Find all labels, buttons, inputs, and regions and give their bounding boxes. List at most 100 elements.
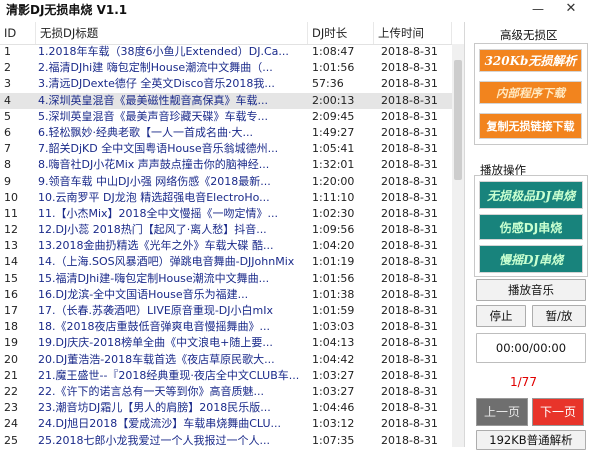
table-row[interactable]: 6 6.轻松飘妙·经典老歌【一人一首成名曲·大... 1:49:27 2018-8-3… <box>0 125 452 141</box>
table-row[interactable]: 14 14.（上海.SOS风暴酒吧）弹跳电音舞曲-DJJohnMix 1:01:19… <box>0 254 452 270</box>
row-duration: 2:09:45 <box>312 109 355 123</box>
scrollbar-thumb[interactable] <box>454 60 462 180</box>
row-title: 1.2018年车载（38度6小鱼儿Extended）DJ.Ca... <box>38 45 289 58</box>
dj-list[interactable]: ID 无损DJ标题 DJ时长 上传时间 1 1.2018年车载（38度6小鱼儿Ex… <box>0 22 465 447</box>
row-title: 9.领音车载 中山DJ小强 网络伤感《2018最新... <box>38 174 271 188</box>
table-row[interactable]: 1 1.2018年车载（38度6小鱼儿Extended）DJ.Ca... 1:08:… <box>0 44 452 60</box>
stop-button[interactable]: 停止 <box>476 305 526 327</box>
row-duration: 1:09:56 <box>312 223 355 237</box>
column-header-upload-date[interactable]: 上传时间 <box>374 22 452 44</box>
prev-page-button[interactable]: 上一页 <box>476 398 528 426</box>
row-id: 23 <box>4 401 18 415</box>
list-rows: 1 1.2018年车载（38度6小鱼儿Extended）DJ.Ca... 1:08:… <box>0 44 452 447</box>
row-upload-date: 2018-8-31 <box>381 352 438 366</box>
table-row[interactable]: 20 20.DJ董浩浩-2018车载首选《夜店草原民歌大... 1:04:42 201… <box>0 352 452 368</box>
row-id: 21 <box>4 368 18 382</box>
row-duration: 1:05:41 <box>312 142 355 156</box>
table-row[interactable]: 13 13.2018金曲扔精选《光年之外》车载大碟 酷... 1:04:20 2018… <box>0 238 452 254</box>
row-title: 23.潮音坊DJ霜儿【男人的肩膀】2018民乐版... <box>38 401 271 415</box>
slow-dj-series-button[interactable]: 慢摇DJ串烧 <box>479 245 583 273</box>
row-id: 12 <box>4 223 18 237</box>
parse-192kb-button[interactable]: 192KB普通解析 <box>476 430 586 450</box>
row-upload-date: 2018-8-31 <box>381 77 438 91</box>
row-upload-date: 2018-8-31 <box>381 255 438 269</box>
table-row[interactable]: 24 24.DJ旭日2018【爱成流沙】车载串烧舞曲CLU... 1:03:12 20… <box>0 416 452 432</box>
row-upload-date: 2018-8-31 <box>381 125 438 139</box>
row-duration: 1:11:10 <box>312 190 355 204</box>
page-indicator: 1/77 <box>510 375 537 389</box>
row-title: 19.DJ庆庆-2018榜单全曲《中文浪电+随上要... <box>38 336 273 350</box>
table-row[interactable]: 18 18.《2018夜店重鼓低音弹爽电音慢摇舞曲》... 1:03:03 2018-… <box>0 319 452 335</box>
time-display: 00:00/00:00 <box>476 333 586 363</box>
vertical-scrollbar[interactable] <box>452 44 464 447</box>
table-row[interactable]: 21 21.魔王盛世--『2018经典重现·夜店全中文CLUB车... 1:03:2… <box>0 368 452 384</box>
row-upload-date: 2018-8-31 <box>381 320 438 334</box>
row-title: 5.深圳英皇混音《最美声音珍藏天碟》车载专... <box>38 109 268 123</box>
row-duration: 1:04:42 <box>312 352 355 366</box>
row-id: 19 <box>4 336 18 350</box>
close-icon[interactable]: ✕ <box>560 1 582 17</box>
row-duration: 1:08:47 <box>312 45 355 58</box>
row-upload-date: 2018-8-31 <box>381 271 438 285</box>
table-row[interactable]: 7 7.韶关DjKD 全中文国粤语House音乐翁城德州... 1:05:41 201… <box>0 141 452 157</box>
row-duration: 1:03:27 <box>312 368 355 382</box>
row-upload-date: 2018-8-31 <box>381 223 438 237</box>
row-duration: 1:49:27 <box>312 125 355 139</box>
row-title: 14.（上海.SOS风暴酒吧）弹跳电音舞曲-DJJohnMix <box>38 255 295 269</box>
column-header-title[interactable]: 无损DJ标题 <box>36 22 308 44</box>
list-header: ID 无损DJ标题 DJ时长 上传时间 <box>0 22 464 45</box>
parse-320kb-button[interactable]: 320Kb无损解析 <box>479 49 582 72</box>
row-id: 15 <box>4 271 18 285</box>
table-row[interactable]: 15 15.福清DJhi建-嗨包定制House潮流中文舞曲... 1:01:56 20… <box>0 271 452 287</box>
table-row[interactable]: 19 19.DJ庆庆-2018榜单全曲《中文浪电+随上要... 1:04:13 201… <box>0 335 452 351</box>
row-title: 16.DJ龙滨-全中文国语House音乐为福建... <box>38 287 249 301</box>
row-upload-date: 2018-8-31 <box>381 61 438 75</box>
table-row[interactable]: 12 12.DJ小蕊 2018热门【起风了·离人愁】抖音... 1:09:56 201… <box>0 222 452 238</box>
minimize-icon[interactable]: — <box>527 1 549 17</box>
row-upload-date: 2018-8-31 <box>381 109 438 123</box>
table-row[interactable]: 4 4.深圳英皇混音《最美磁性靓音高保真》车载... 2:00:13 2018-8-3… <box>0 92 452 109</box>
row-id: 13 <box>4 239 18 253</box>
lossless-dj-series-button[interactable]: 无损极品DJ串烧 <box>479 181 583 209</box>
title-bar: 清影DJ无损串烧 V1.1 — ✕ <box>0 0 589 20</box>
row-id: 2 <box>4 61 11 75</box>
pause-resume-button[interactable]: 暂/放 <box>532 305 586 327</box>
table-row[interactable]: 8 8.嗨音社DJ小花Mix 声声鼓点撞击你的脑神经... 1:32:01 2018-… <box>0 157 452 173</box>
row-upload-date: 2018-8-31 <box>381 158 438 172</box>
row-duration: 1:07:35 <box>312 433 355 447</box>
table-row[interactable]: 3 3.清远DJDexte德仔 全英文Disco音乐2018我... 57:36 20… <box>0 76 452 92</box>
table-row[interactable]: 10 10.云南罗平 DJ龙泡 精选超强电音ElectroHo... 1:11:10… <box>0 190 452 206</box>
column-header-duration[interactable]: DJ时长 <box>308 22 374 44</box>
row-duration: 57:36 <box>312 77 344 91</box>
row-id: 6 <box>4 125 11 139</box>
table-row[interactable]: 17 17.（长春.苏袭酒吧）LIVE原音重现-DJ小白mIx 1:01:59 201… <box>0 303 452 319</box>
internal-download-button[interactable]: 内部程序下载 <box>479 81 582 104</box>
row-id: 24 <box>4 417 18 431</box>
row-upload-date: 2018-8-31 <box>381 304 438 317</box>
row-title: 6.轻松飘妙·经典老歌【一人一首成名曲·大... <box>38 125 253 139</box>
row-title: 10.云南罗平 DJ龙泡 精选超强电音ElectroHo... <box>38 190 270 204</box>
table-row[interactable]: 25 25.2018七郎小龙我爱过一个人我报过一个人... 1:07:35 2018-… <box>0 433 452 448</box>
table-row[interactable]: 23 23.潮音坊DJ霜儿【男人的肩膀】2018民乐版... 1:04:46 2018… <box>0 400 452 416</box>
next-page-button[interactable]: 下一页 <box>532 398 584 426</box>
sad-dj-series-button[interactable]: 伤感DJ串烧 <box>479 214 583 240</box>
row-title: 17.（长春.苏袭酒吧）LIVE原音重现-DJ小白mIx <box>38 304 273 317</box>
row-upload-date: 2018-8-31 <box>381 190 438 204</box>
column-header-id[interactable]: ID <box>0 22 36 44</box>
row-title: 15.福清DJhi建-嗨包定制House潮流中文舞曲... <box>38 271 270 285</box>
table-row[interactable]: 11 11.【小杰Mix】2018全中文慢摇《一吻定情》... 1:02:30 201… <box>0 206 452 222</box>
row-upload-date: 2018-8-31 <box>381 93 438 107</box>
table-row[interactable]: 5 5.深圳英皇混音《最美声音珍藏天碟》车载专... 2:09:45 2018-8-3… <box>0 109 452 125</box>
row-duration: 1:03:03 <box>312 320 355 334</box>
table-row[interactable]: 9 9.领音车载 中山DJ小强 网络伤感《2018最新... 1:20:00 2018… <box>0 174 452 190</box>
table-row[interactable]: 2 2.福清DJhi建 嗨包定制House潮流中文舞曲（... 1:01:56 201… <box>0 60 452 76</box>
row-title: 2.福清DJhi建 嗨包定制House潮流中文舞曲（... <box>38 61 273 75</box>
table-row[interactable]: 22 22.《许下的诺言总有一天等到你》高音质魅... 1:03:27 2018-8-… <box>0 384 452 400</box>
copy-link-download-button[interactable]: 复制无损链接下载 <box>479 113 582 139</box>
table-row[interactable]: 16 16.DJ龙滨-全中文国语House音乐为福建... 1:01:38 2018-… <box>0 287 452 303</box>
row-duration: 1:01:56 <box>312 271 355 285</box>
row-id: 11 <box>4 206 18 220</box>
row-title: 3.清远DJDexte德仔 全英文Disco音乐2018我... <box>38 77 275 91</box>
row-title: 8.嗨音社DJ小花Mix 声声鼓点撞击你的脑神经... <box>38 158 270 172</box>
play-music-button[interactable]: 播放音乐 <box>476 279 586 301</box>
